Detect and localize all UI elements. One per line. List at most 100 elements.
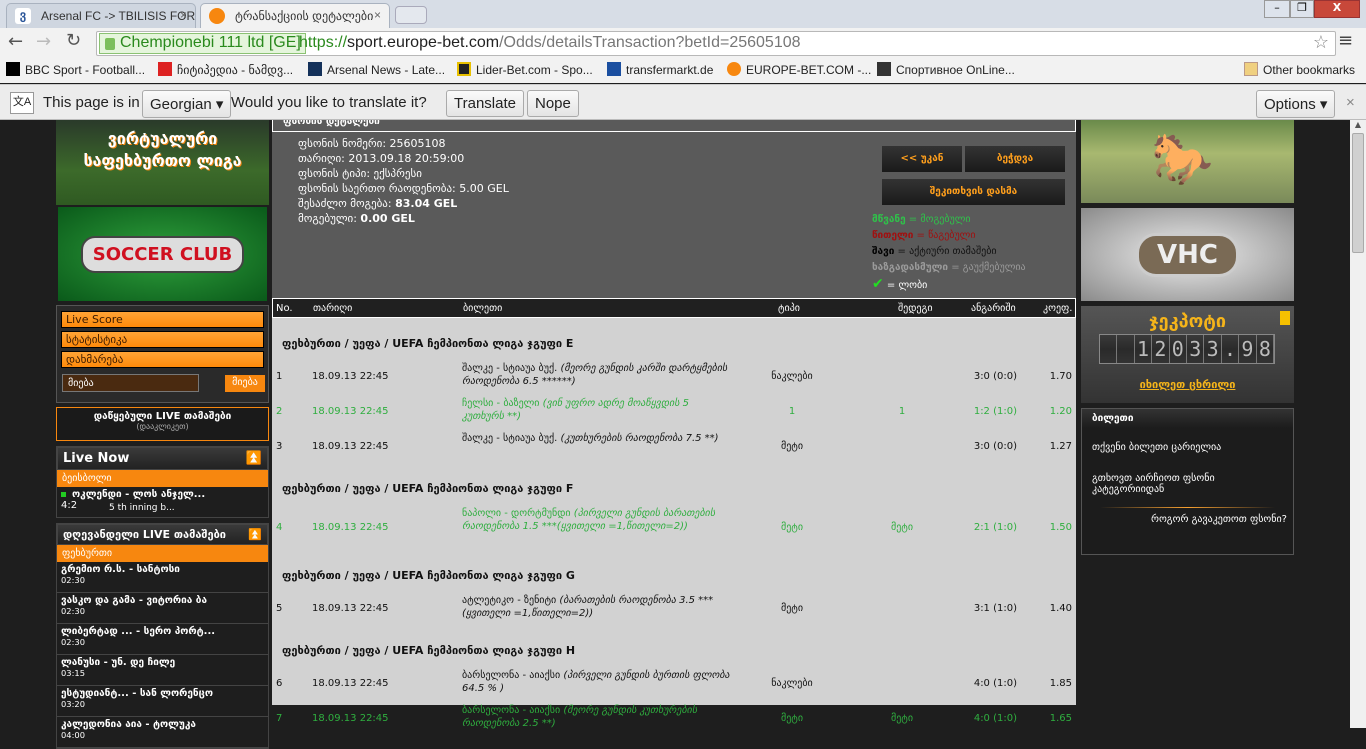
bookmark-label: Other bookmarks — [1263, 63, 1356, 77]
cell-ticket: შალკე - სტიაუა ბუქ. (მეორე გუნდის კარში … — [462, 362, 732, 388]
cell-result: მეტი — [890, 713, 914, 724]
search-input[interactable]: მიება — [62, 374, 199, 392]
close-translate-icon[interactable]: × — [1346, 94, 1355, 111]
match-teams: ბარსელონა - აიაქსი — [462, 670, 561, 681]
bookmark-item[interactable]: Lider-Bet.com - Spo... — [457, 62, 593, 77]
bookmark-item[interactable]: ჩიტიპედია - ნამდვ... — [158, 62, 293, 77]
search-button[interactable]: მიება — [225, 375, 265, 392]
column-header: No. — [276, 303, 293, 314]
today-live-header[interactable]: დღევანდელი LIVE თამაშები ⏫ — [57, 524, 268, 545]
table-row[interactable]: 1 18.09.13 22:45 შალკე - სტიაუა ბუქ. (მეორ… — [272, 360, 1076, 394]
tab-arsenal[interactable]: ვ Arsenal FC -> TBILISIS FOR × — [6, 3, 196, 28]
column-header: შედეგი — [898, 303, 933, 314]
how-to-bet-link[interactable]: როგორ გავაკეთოთ ფსონი? — [1082, 508, 1293, 525]
info-label: შესაძლო მოგება: — [298, 197, 392, 210]
cell-no: 4 — [276, 522, 283, 533]
collapse-icon[interactable]: ⏫ — [246, 451, 262, 466]
other-bookmarks[interactable]: Other bookmarks — [1244, 62, 1355, 77]
match-name: ოკლენდი - ლოს ანჯელ... — [72, 489, 206, 500]
live-match-item[interactable]: ლანუსი - უნ. დე ჩილე 03:15 — [57, 655, 268, 686]
minimize-button[interactable]: – — [1264, 0, 1290, 18]
menu-help[interactable]: დახმარება — [61, 351, 264, 368]
table-row[interactable]: 5 18.09.13 22:45 ატლეტიკო - ზენიტი (ბარათე… — [272, 592, 1076, 626]
bookmark-label: Arsenal News - Late... — [327, 63, 446, 77]
back-button[interactable]: << უკან — [882, 146, 962, 172]
live-match-item[interactable]: ლიბერტად ... - სერო პორტ... 02:30 — [57, 624, 268, 655]
live-now-header[interactable]: Live Now ⏫ — [57, 447, 268, 470]
print-button[interactable]: ბეჭდვა — [965, 146, 1065, 172]
bet-info-line: ფსონის ნომერი: 25605108 — [298, 136, 509, 151]
options-button[interactable]: Options ▾ — [1256, 90, 1336, 118]
address-bar[interactable]: Chempionebi 111 ltd [GE] https://sport.e… — [96, 31, 1336, 56]
reload-icon[interactable]: ↻ — [66, 30, 81, 51]
table-row[interactable]: 6 18.09.13 22:45 ბარსელონა - აიაქსი (პირვე… — [272, 667, 1076, 701]
close-tab-icon[interactable]: × — [180, 8, 187, 22]
bookmark-label: Lider-Bet.com - Spo... — [476, 63, 593, 77]
cell-type: ნაკლები — [771, 678, 813, 689]
bookmark-item[interactable]: Спортивное OnLine... — [877, 62, 1015, 77]
restore-button[interactable]: ❐ — [1290, 0, 1314, 18]
live-match-item[interactable]: კალედონია აია - ტოლუკა 04:00 — [57, 717, 268, 748]
legend-item: ✔ = ლობი — [872, 276, 928, 292]
table-row[interactable]: 4 18.09.13 22:45 ნაპოლი - დორტმუნდი (პირვე… — [272, 505, 1076, 549]
info-value: 0.00 GEL — [360, 212, 415, 225]
live-box-subtitle: (დააკლიკეთ) — [136, 422, 189, 431]
tab-strip: ვ Arsenal FC -> TBILISIS FOR × ტრანსაქციის… — [0, 0, 1366, 28]
ev-certificate-badge[interactable]: Chempionebi 111 ltd [GE] — [99, 33, 306, 54]
nope-button[interactable]: Nope — [527, 90, 579, 117]
live-match-item[interactable]: ესტუდიანტ... - სან ლორენცო 03:20 — [57, 686, 268, 717]
match-time: 03:15 — [61, 668, 86, 678]
category-football[interactable]: ფეხბურთი — [57, 545, 268, 562]
bookmark-item[interactable]: Arsenal News - Late... — [308, 62, 445, 77]
view-table-link[interactable]: იხილეთ ცხრილი — [1140, 378, 1236, 391]
bookmark-item[interactable]: EUROPE-BET.COM -... — [727, 62, 871, 77]
menu-icon[interactable]: ≡ — [1338, 30, 1353, 51]
vhc-banner[interactable]: VHC — [1081, 208, 1294, 301]
live-match-item[interactable]: გრემიო რ.ს. - სანტოსი 02:30 — [57, 562, 268, 593]
lock-icon — [105, 38, 115, 50]
language-select[interactable]: Georgian ▾ — [142, 90, 232, 118]
bet-info-line: შესაძლო მოგება: 83.04 GEL — [298, 196, 509, 211]
bookmark-item[interactable]: transfermarkt.de — [607, 62, 713, 77]
translate-button[interactable]: Translate — [446, 90, 524, 117]
info-label: მოგებული: — [298, 212, 357, 225]
category-baseball[interactable]: ბეისბოლი — [57, 470, 268, 487]
soccer-club-banner[interactable]: SOCCER CLUB — [58, 207, 267, 301]
horse-racing-banner[interactable]: 🐎 — [1081, 120, 1294, 203]
bookmark-star-icon[interactable]: ☆ — [1313, 32, 1329, 53]
info-label: თარიღი: — [298, 152, 345, 165]
match-time: 02:30 — [61, 637, 86, 647]
cell-score: 3:1 (1:0) — [973, 603, 1017, 614]
virtual-league-banner[interactable]: ვირტუალური საფეხბურთო ლიგა — [56, 120, 269, 205]
table-row[interactable]: 3 18.09.13 22:45 შალკე - სტიაუა ბუქ. (კუთხ… — [272, 430, 1076, 464]
live-match-item[interactable]: ოკლენდი - ლოს ანჯელ... 4:2 5 th inning b.… — [57, 487, 268, 517]
table-row[interactable]: 2 18.09.13 22:45 ჩელსი - ბაზელი (ვინ უფრო … — [272, 395, 1076, 429]
collapse-icon[interactable]: ⏫ — [248, 528, 262, 541]
close-window-button[interactable]: X — [1314, 0, 1360, 18]
scrollbar-thumb[interactable] — [1352, 133, 1364, 253]
legend-item: მწვანე = მოგებული — [872, 214, 971, 225]
match-teams: ბარსელონა - აიაქსი — [462, 705, 561, 716]
tab-transaction-details[interactable]: ტრანსაქციის დეტალები × — [200, 3, 390, 28]
back-icon[interactable]: ← — [8, 31, 23, 52]
check-icon: ✔ — [872, 276, 884, 292]
started-live-games-box[interactable]: დაწყებული LIVE თამაშები (დააკლიკეთ) — [56, 407, 269, 441]
bookmark-label: transfermarkt.de — [626, 63, 714, 77]
menu-statistics[interactable]: სტატისტიკა — [61, 331, 264, 348]
options-label: Options — [1264, 96, 1316, 113]
menu-live-score[interactable]: Live Score — [61, 311, 264, 328]
site-favicon-icon: ვ — [15, 8, 31, 24]
close-tab-icon[interactable]: × — [374, 8, 381, 22]
table-row[interactable]: 7 18.09.13 22:45 ბარსელონა - აიაქსი (მეორე… — [272, 702, 1076, 736]
cell-type: მეტი — [780, 713, 804, 724]
live-match-item[interactable]: ვასკო და გამა - ვიტორია ბა 02:30 — [57, 593, 268, 624]
ask-question-button[interactable]: შეკითხვის დასმა — [882, 179, 1065, 205]
legend-key: ხაზგადასმული — [872, 262, 949, 273]
forward-icon[interactable]: → — [36, 31, 51, 52]
page-scrollbar[interactable]: ▲ — [1350, 120, 1366, 728]
legend-key: წითელი — [872, 230, 914, 241]
match-name: გრემიო რ.ს. - სანტოსი — [61, 564, 180, 575]
bookmark-label: ჩიტიპედია - ნამდვ... — [177, 63, 294, 77]
bookmark-item[interactable]: BBC Sport - Football... — [6, 62, 145, 77]
new-tab-button[interactable] — [395, 6, 427, 24]
